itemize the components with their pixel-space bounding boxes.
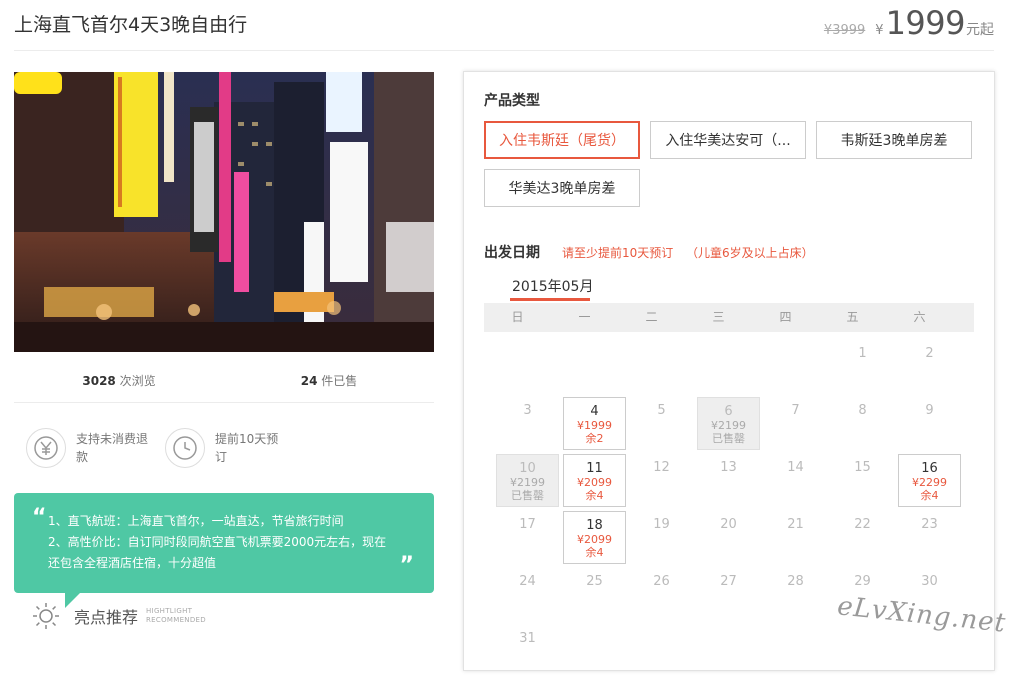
product-type-option-ramada[interactable]: 入住华美达安可（... xyxy=(650,121,806,159)
product-photo[interactable] xyxy=(14,72,434,352)
calendar-day: 12 xyxy=(653,460,670,475)
calendar-day-sold-out: 6 ¥2199 已售罄 xyxy=(697,397,760,450)
calendar-day: 24 xyxy=(519,574,536,589)
month-tab[interactable]: 2015年05月 xyxy=(512,276,593,296)
feature-advance-text: 提前10天预订 xyxy=(215,432,279,464)
calendar-day: 21 xyxy=(787,517,804,532)
calendar-day: 19 xyxy=(653,517,670,532)
old-price: ¥3999 xyxy=(823,23,866,38)
stats-row: 3028 次浏览 24 件已售 xyxy=(14,372,434,389)
highlight-line-2: 2、高性价比：自订同时段同航空直飞机票要2000元左右，现在还包含全程酒店住宿，… xyxy=(48,535,387,570)
booking-panel: 产品类型 入住韦斯廷（尾货） 入住华美达安可（... 韦斯廷3晚单房差 华美达3… xyxy=(463,71,995,671)
weekday-sat: 六 xyxy=(913,310,926,324)
highlight-line-1: 1、直飞航班：上海直飞首尔，一站直达，节省旅行时间 xyxy=(48,514,344,528)
product-type-option-westin-single[interactable]: 韦斯廷3晚单房差 xyxy=(816,121,972,159)
product-type-option-ramada-single[interactable]: 华美达3晚单房差 xyxy=(484,169,640,207)
page-title: 上海直飞首尔4天3晚自由行 xyxy=(14,14,248,36)
yen-refund-icon xyxy=(26,428,66,468)
calendar-day: 28 xyxy=(787,574,804,589)
sun-icon xyxy=(33,603,59,629)
calendar-day: 7 xyxy=(791,403,800,418)
price-suffix: 元起 xyxy=(966,22,994,38)
views-count: 3028 xyxy=(82,374,116,388)
calendar-day-sold-out: 10 ¥2199 已售罄 xyxy=(496,454,559,507)
calendar-day: 2 xyxy=(925,346,934,361)
child-bed-note: （儿童6岁及以上占床） xyxy=(686,246,814,260)
weekday-thu: 四 xyxy=(779,310,792,324)
highlight-box: “ 1、直飞航班：上海直飞首尔，一站直达，节省旅行时间 2、高性价比：自订同时段… xyxy=(14,493,434,593)
sold-label: 件已售 xyxy=(321,374,358,388)
sold-stat: 24 件已售 xyxy=(224,372,434,389)
calendar-day: 23 xyxy=(921,517,938,532)
calendar-day: 27 xyxy=(720,574,737,589)
highlight-label: 亮点推荐 xyxy=(74,608,139,627)
clock-icon xyxy=(165,428,205,468)
weekday-sun: 日 xyxy=(511,310,524,324)
stats-divider xyxy=(14,402,434,403)
weekday-tue: 二 xyxy=(645,310,658,324)
views-label: 次浏览 xyxy=(119,374,156,388)
weekday-wed: 三 xyxy=(712,310,725,324)
weekday-mon: 一 xyxy=(578,310,591,324)
highlight-en-line-2: RECOMMENDED xyxy=(146,616,206,624)
depart-date-title: 出发日期 xyxy=(484,245,540,261)
views-stat: 3028 次浏览 xyxy=(14,372,224,389)
calendar-day: 15 xyxy=(854,460,871,475)
calendar-day: 9 xyxy=(925,403,934,418)
calendar-day: 3 xyxy=(523,403,532,418)
calendar-day-available[interactable]: 16 ¥2299 余4 xyxy=(898,454,961,507)
calendar-day: 14 xyxy=(787,460,804,475)
highlight-en-line-1: HIGHTLIGHT xyxy=(146,607,193,615)
header-divider xyxy=(14,50,994,51)
calendar-day-available[interactable]: 18 ¥2099 余4 xyxy=(563,511,626,564)
calendar-day: 22 xyxy=(854,517,871,532)
calendar-day: 17 xyxy=(519,517,536,532)
calendar-day: 26 xyxy=(653,574,670,589)
highlight-header: 亮点推荐 HIGHTLIGHT RECOMMENDED xyxy=(32,602,206,630)
calendar-day: 8 xyxy=(858,403,867,418)
current-price: 1999 xyxy=(885,4,966,42)
product-type-option-westin-clearance[interactable]: 入住韦斯廷（尾货） xyxy=(484,121,640,159)
price-block: ¥3999 ¥ 1999 元起 xyxy=(824,4,994,42)
advance-booking-note: 请至少提前10天预订 xyxy=(562,246,674,260)
calendar-day: 25 xyxy=(586,574,603,589)
product-type-title: 产品类型 xyxy=(484,93,540,109)
weekday-fri: 五 xyxy=(846,310,859,324)
calendar-day: 31 xyxy=(519,631,536,646)
calendar-day-available[interactable]: 11 ¥2099 余4 xyxy=(563,454,626,507)
weekday-header: 日 一 二 三 四 五 六 xyxy=(484,303,974,332)
close-quote-icon: ” xyxy=(399,553,414,578)
sold-count: 24 xyxy=(300,374,318,388)
feature-refund: 支持未消费退款 xyxy=(26,428,148,468)
month-tab-underline xyxy=(510,298,590,301)
feature-refund-text: 支持未消费退款 xyxy=(76,432,149,464)
highlight-en-label: HIGHTLIGHT RECOMMENDED xyxy=(146,607,206,625)
open-quote-icon: “ xyxy=(32,505,47,530)
currency-symbol: ¥ xyxy=(875,23,884,38)
calendar-day-available[interactable]: 4 ¥1999 余2 xyxy=(563,397,626,450)
calendar-day: 13 xyxy=(720,460,737,475)
calendar-day: 1 xyxy=(858,346,867,361)
calendar-day: 20 xyxy=(720,517,737,532)
feature-advance: 提前10天预订 xyxy=(165,428,287,468)
calendar-day: 5 xyxy=(657,403,666,418)
